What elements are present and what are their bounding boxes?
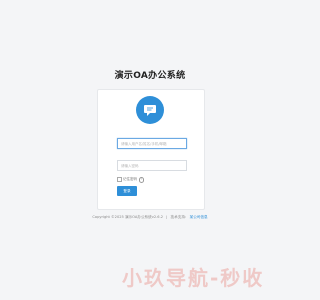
password-input[interactable] <box>117 160 187 171</box>
support-link[interactable]: 某公司信息 <box>190 215 208 219</box>
page-title: 演示OA办公系统 <box>114 71 186 81</box>
copyright-text: Copyright ©2025 演示OA办公系统v2.6.2 <box>92 215 164 219</box>
login-button[interactable]: 登录 <box>117 186 137 196</box>
remember-me[interactable]: 记住密码 ? <box>117 177 144 183</box>
footer: Copyright ©2025 演示OA办公系统v2.6.2 | 技术支持： 某… <box>0 215 300 220</box>
question-circle-icon[interactable]: ? <box>138 177 144 183</box>
login-page: 演示OA办公系统 记住密码 ? 登录 Copyright ©2025 演示OA办… <box>0 0 300 300</box>
login-card: 记住密码 ? 登录 <box>97 89 205 210</box>
chat-bubble-icon <box>136 96 164 124</box>
username-input[interactable] <box>117 138 187 149</box>
footer-separator: | <box>166 215 168 219</box>
remember-label: 记住密码 <box>123 177 137 182</box>
watermark: 小玖导航-秒收 <box>122 266 265 290</box>
remember-checkbox[interactable] <box>117 177 122 183</box>
support-label: 技术支持： <box>170 215 189 219</box>
